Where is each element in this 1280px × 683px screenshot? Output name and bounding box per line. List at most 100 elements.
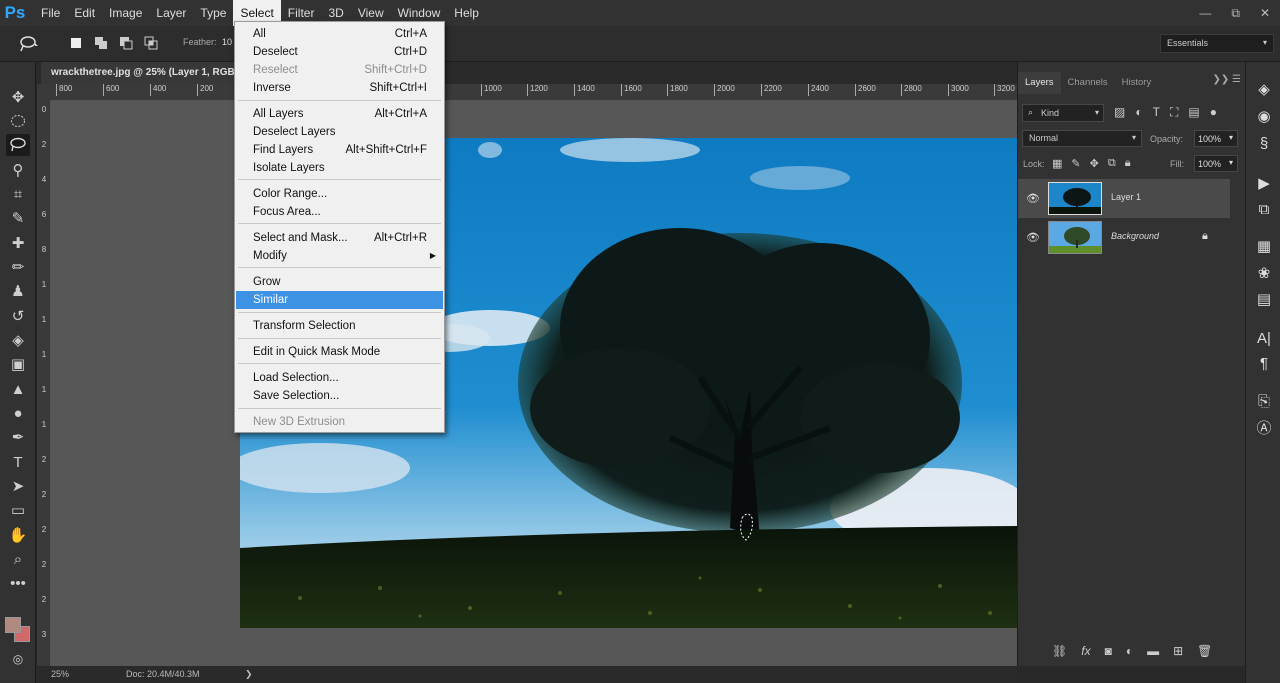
menu-help[interactable]: Help [447, 0, 486, 26]
tab-layers[interactable]: Layers [1018, 72, 1061, 94]
foreground-color-swatch-front[interactable] [5, 617, 21, 633]
tab-channels[interactable]: Channels [1061, 72, 1115, 94]
menu-item-grow[interactable]: Grow [236, 273, 443, 291]
document-tab[interactable]: wrackthetree.jpg @ 25% (Layer 1, RGB [41, 62, 245, 84]
feather-input[interactable]: 10 [222, 37, 232, 47]
layer-style-icon[interactable]: fx [1081, 644, 1090, 666]
menu-item-modify[interactable]: Modify ▶ [236, 247, 443, 265]
menu-item-deselect[interactable]: Deselect Ctrl+D [236, 43, 443, 61]
intersect-with-selection-icon[interactable] [144, 36, 158, 50]
new-layer-icon[interactable]: ⊞ [1173, 644, 1183, 666]
hand-tool-icon[interactable]: ✋ [6, 524, 30, 546]
eraser-tool-icon[interactable]: ◈ [6, 329, 30, 351]
layer-row-background[interactable]: 👁︎ Background 🔒︎ [1018, 218, 1230, 257]
actions-play-icon[interactable]: ▶ [1254, 174, 1274, 194]
horizontal-ruler[interactable]: 800 600 400 200 1000 1200 1400 1600 1800 2000 2200… [51, 84, 1017, 101]
more-tools-icon[interactable]: ••• [6, 572, 30, 594]
menu-item-all[interactable]: All Ctrl+A [236, 25, 443, 43]
filter-toggle-icon[interactable]: ● [1210, 105, 1217, 120]
move-tool-icon[interactable]: ✥ [6, 86, 30, 108]
subtract-from-selection-icon[interactable] [119, 36, 133, 50]
libraries-icon[interactable]: ▤ [1254, 290, 1274, 310]
zoom-tool-icon[interactable]: ⌕ [6, 548, 30, 570]
type-tool-icon[interactable]: T [6, 451, 30, 473]
workspace-select[interactable]: Essentials ▾ [1160, 34, 1274, 53]
menu-item-load-selection[interactable]: Load Selection... [236, 369, 443, 387]
layer-name[interactable]: Layer 1 [1111, 192, 1141, 202]
tab-history[interactable]: History [1115, 72, 1159, 94]
layer-filter-kind[interactable]: ⌕ Kind ▾ [1022, 104, 1104, 122]
gradient-tool-icon[interactable]: ▣ [6, 353, 30, 375]
paragraph-panel-icon[interactable]: ¶ [1254, 354, 1274, 374]
new-group-icon[interactable]: ▬ [1147, 644, 1159, 666]
clone-stamp-tool-icon[interactable]: ♟ [6, 280, 30, 302]
lock-artboard-icon[interactable]: ⧉ [1108, 157, 1116, 170]
shape-filter-icon[interactable]: ⛶ [1170, 105, 1178, 120]
quick-selection-tool-icon[interactable]: ⚲ [6, 159, 30, 181]
layer-name[interactable]: Background [1111, 231, 1159, 241]
menu-item-select-and-mask[interactable]: Select and Mask... Alt+Ctrl+R [236, 229, 443, 247]
menu-item-isolate-layers[interactable]: Isolate Layers [236, 159, 443, 177]
lasso-tool-icon[interactable] [6, 134, 30, 156]
marquee-tool-icon[interactable] [6, 110, 30, 132]
eyedropper-tool-icon[interactable]: ✎ [6, 207, 30, 229]
menu-item-find-layers[interactable]: Find Layers Alt+Shift+Ctrl+F [236, 141, 443, 159]
fill-input[interactable]: 100% ▾ [1194, 155, 1238, 172]
status-menu-arrow-icon[interactable]: ❯ [245, 669, 253, 680]
quick-mask-icon[interactable]: ◎ [6, 648, 30, 670]
link-layers-icon[interactable]: ⛓ [1052, 644, 1067, 666]
clone-source-icon[interactable]: ⎘ [1254, 392, 1274, 412]
brush-settings-icon[interactable]: ⧉ [1254, 200, 1274, 220]
opacity-input[interactable]: 100% ▾ [1194, 130, 1238, 147]
menu-item-edit-in-quick-mask-mode[interactable]: Edit in Quick Mask Mode [236, 343, 443, 361]
panel-menu-icon[interactable]: ❯❯ ☰ [1212, 74, 1241, 85]
lock-image-icon[interactable]: ✎ [1071, 157, 1080, 170]
healing-brush-tool-icon[interactable]: ✚ [6, 232, 30, 254]
history-brush-tool-icon[interactable]: ↺ [6, 305, 30, 327]
character-panel-icon[interactable]: A| [1254, 329, 1274, 349]
new-selection-icon[interactable] [69, 36, 83, 50]
photoshop-logo[interactable]: Ps [0, 0, 30, 26]
new-adjustment-layer-icon[interactable]: ◐ [1126, 644, 1133, 666]
adjustment-filter-icon[interactable]: ◐ [1135, 105, 1142, 120]
adjustments-panel-icon[interactable]: ◉ [1254, 107, 1274, 127]
lock-all-icon[interactable]: 🔒︎ [1125, 157, 1131, 170]
smart-object-filter-icon[interactable]: ▤ [1188, 105, 1199, 120]
minimize-button[interactable]: — [1199, 6, 1211, 20]
lock-transparent-icon[interactable]: ▦ [1052, 157, 1062, 170]
menu-item-all-layers[interactable]: All Layers Alt+Ctrl+A [236, 105, 443, 123]
lasso-tool-preset-icon[interactable] [18, 35, 40, 53]
canvas-area[interactable] [51, 101, 1017, 666]
color-panel-icon[interactable]: ❀ [1254, 264, 1274, 284]
brush-tool-icon[interactable]: ✏ [6, 256, 30, 278]
zoom-level[interactable]: 25% [51, 669, 69, 679]
menu-item-deselect-layers[interactable]: Deselect Layers [236, 123, 443, 141]
menu-edit[interactable]: Edit [67, 0, 102, 26]
add-mask-icon[interactable]: ◙ [1105, 644, 1112, 666]
menu-file[interactable]: File [34, 0, 67, 26]
lock-position-icon[interactable]: ✥ [1090, 157, 1099, 170]
properties-panel-icon[interactable]: § [1254, 134, 1274, 154]
swatches-icon[interactable]: ▦ [1254, 237, 1274, 257]
layer-row-layer-1[interactable]: 👁︎ Layer 1 [1018, 179, 1230, 218]
menu-item-similar[interactable]: Similar [236, 291, 443, 309]
restore-button[interactable]: ⧉ [1231, 6, 1240, 21]
pixel-filter-icon[interactable]: ▨ [1114, 105, 1125, 120]
menu-item-inverse[interactable]: Inverse Shift+Ctrl+I [236, 79, 443, 97]
menu-item-save-selection[interactable]: Save Selection... [236, 387, 443, 405]
rectangle-tool-icon[interactable]: ▭ [6, 499, 30, 521]
pen-tool-icon[interactable]: ✒ [6, 426, 30, 448]
close-button[interactable]: ✕ [1260, 6, 1270, 20]
type-filter-icon[interactable]: T [1153, 105, 1160, 120]
menu-item-transform-selection[interactable]: Transform Selection [236, 317, 443, 335]
dodge-tool-icon[interactable]: ● [6, 402, 30, 424]
eye-icon[interactable]: 👁︎ [1026, 192, 1040, 205]
ruler-origin[interactable] [37, 84, 51, 101]
delete-layer-icon[interactable]: 🗑︎ [1197, 644, 1212, 666]
glyphs-panel-icon[interactable]: Ⓐ [1254, 419, 1274, 439]
blur-tool-icon[interactable]: ▲ [6, 378, 30, 400]
crop-tool-icon[interactable]: ⌗ [6, 183, 30, 205]
menu-item-focus-area[interactable]: Focus Area... [236, 203, 443, 221]
path-selection-tool-icon[interactable]: ➤ [6, 475, 30, 497]
add-to-selection-icon[interactable] [94, 36, 108, 50]
